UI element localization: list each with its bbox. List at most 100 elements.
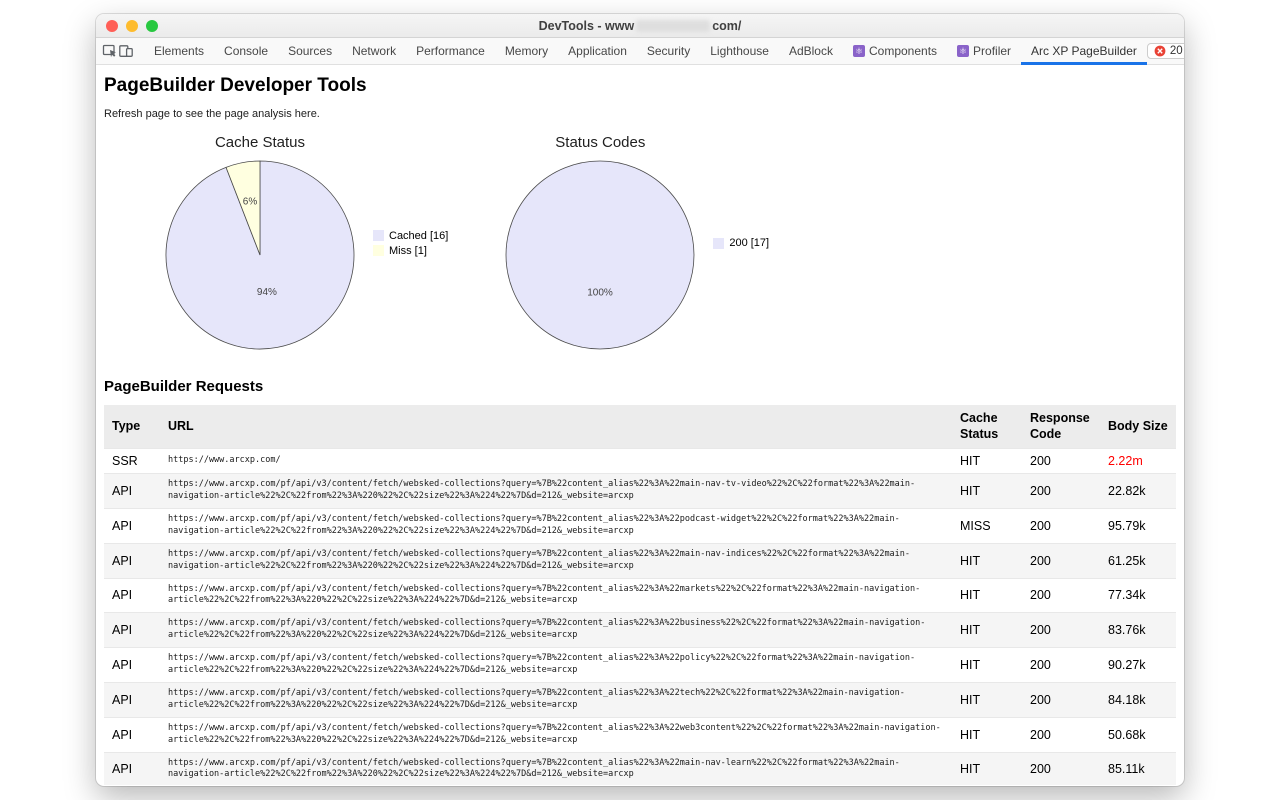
request-cell-cache: HIT bbox=[952, 578, 1022, 613]
request-cell-code: 200 bbox=[1022, 543, 1100, 578]
charts-row: Cache Status 94%6% Cached [16]Miss [1] S… bbox=[160, 134, 1176, 352]
tab-label: Security bbox=[647, 44, 690, 58]
devtools-window: DevTools - www com/ Elements Console Source… bbox=[96, 14, 1184, 786]
request-cell-type: API bbox=[104, 752, 160, 785]
tab-elements[interactable]: Elements bbox=[144, 38, 214, 65]
request-cell-code: 200 bbox=[1022, 509, 1100, 544]
request-cell-code: 200 bbox=[1022, 717, 1100, 752]
request-cell-type: API bbox=[104, 543, 160, 578]
chart-legend: 200 [17] bbox=[713, 237, 769, 249]
request-cell-code: 200 bbox=[1022, 613, 1100, 648]
request-cell-size: 95.79k bbox=[1100, 509, 1176, 544]
column-header-cache-status: Cache Status bbox=[952, 405, 1022, 449]
request-cell-type: API bbox=[104, 648, 160, 683]
request-cell-cache: HIT bbox=[952, 613, 1022, 648]
window-title-suffix: com/ bbox=[712, 19, 741, 33]
legend-swatch bbox=[373, 230, 384, 241]
column-header-response-code: Response Code bbox=[1022, 405, 1100, 449]
status-codes-chart: Status Codes 100% 200 [17] bbox=[500, 134, 769, 352]
request-row: APIhttps://www.arcxp.com/pf/api/v3/conte… bbox=[104, 717, 1176, 752]
tab-application[interactable]: Application bbox=[558, 38, 637, 65]
legend-item: 200 [17] bbox=[713, 237, 769, 249]
request-cell-size: 22.82k bbox=[1100, 474, 1176, 509]
request-cell-size: 83.76k bbox=[1100, 613, 1176, 648]
tab-adblock[interactable]: AdBlock bbox=[779, 38, 843, 65]
tab-profiler[interactable]: ⚛Profiler bbox=[947, 38, 1021, 65]
tab-security[interactable]: Security bbox=[637, 38, 700, 65]
tab-memory[interactable]: Memory bbox=[495, 38, 558, 65]
request-cell-cache: HIT bbox=[952, 752, 1022, 785]
request-row: SSRhttps://www.arcxp.com/HIT2002.22m bbox=[104, 449, 1176, 474]
tab-console[interactable]: Console bbox=[214, 38, 278, 65]
request-cell-cache: HIT bbox=[952, 543, 1022, 578]
legend-label: Miss [1] bbox=[389, 245, 427, 257]
redacted-domain bbox=[636, 20, 710, 32]
request-row: APIhttps://www.arcxp.com/pf/api/v3/conte… bbox=[104, 543, 1176, 578]
request-cell-url: https://www.arcxp.com/pf/api/v3/content/… bbox=[160, 474, 952, 509]
request-cell-url: https://www.arcxp.com/pf/api/v3/content/… bbox=[160, 648, 952, 683]
request-cell-code: 200 bbox=[1022, 449, 1100, 474]
tab-lighthouse[interactable]: Lighthouse bbox=[700, 38, 779, 65]
request-cell-code: 200 bbox=[1022, 648, 1100, 683]
errors-warnings-badge[interactable]: 20 30 bbox=[1147, 43, 1184, 59]
tab-label: Network bbox=[352, 44, 396, 58]
request-cell-cache: HIT bbox=[952, 648, 1022, 683]
request-cell-url: https://www.arcxp.com/pf/api/v3/content/… bbox=[160, 682, 952, 717]
request-cell-size: 2.22m bbox=[1100, 449, 1176, 474]
column-header-body-size: Body Size bbox=[1100, 405, 1176, 449]
tab-label: Performance bbox=[416, 44, 485, 58]
tab-network[interactable]: Network bbox=[342, 38, 406, 65]
requests-heading: PageBuilder Requests bbox=[104, 378, 1176, 395]
request-cell-cache: HIT bbox=[952, 717, 1022, 752]
tab-label: Memory bbox=[505, 44, 548, 58]
request-cell-cache: HIT bbox=[952, 682, 1022, 717]
request-cell-code: 200 bbox=[1022, 474, 1100, 509]
tab-label: AdBlock bbox=[789, 44, 833, 58]
request-cell-size: 84.18k bbox=[1100, 682, 1176, 717]
request-cell-url: https://www.arcxp.com/pf/api/v3/content/… bbox=[160, 613, 952, 648]
request-cell-type: API bbox=[104, 474, 160, 509]
request-cell-cache: MISS bbox=[952, 509, 1022, 544]
request-cell-size: 61.25k bbox=[1100, 543, 1176, 578]
close-window-button[interactable] bbox=[106, 20, 118, 32]
traffic-lights bbox=[96, 20, 158, 32]
request-cell-code: 200 bbox=[1022, 578, 1100, 613]
chart-legend: Cached [16]Miss [1] bbox=[373, 230, 448, 257]
legend-label: 200 [17] bbox=[729, 237, 769, 249]
request-cell-type: API bbox=[104, 717, 160, 752]
tab-sources[interactable]: Sources bbox=[278, 38, 342, 65]
minimize-window-button[interactable] bbox=[126, 20, 138, 32]
devtools-toolbar: Elements Console Sources Network Performance… bbox=[96, 38, 1184, 65]
legend-swatch bbox=[713, 238, 724, 249]
zoom-window-button[interactable] bbox=[146, 20, 158, 32]
request-cell-type: API bbox=[104, 578, 160, 613]
request-row: APIhttps://www.arcxp.com/pf/api/v3/conte… bbox=[104, 648, 1176, 683]
pie-percent-label: 94% bbox=[257, 287, 277, 298]
tab-label: Elements bbox=[154, 44, 204, 58]
tab-label: Lighthouse bbox=[710, 44, 769, 58]
error-icon bbox=[1154, 45, 1166, 57]
device-toolbar-icon[interactable] bbox=[118, 40, 134, 62]
tab-label: Components bbox=[869, 44, 937, 58]
tab-components[interactable]: ⚛ Components bbox=[843, 38, 947, 65]
request-row: APIhttps://www.arcxp.com/pf/api/v3/conte… bbox=[104, 613, 1176, 648]
tab-label: Sources bbox=[288, 44, 332, 58]
tab-arc-xp-pagebuilder[interactable]: Arc XP PageBuilder bbox=[1021, 38, 1147, 65]
request-cell-size: 77.34k bbox=[1100, 578, 1176, 613]
status-codes-pie: 100% bbox=[500, 152, 700, 352]
window-title-prefix: DevTools - www bbox=[539, 19, 635, 33]
pie-slice bbox=[506, 161, 694, 349]
request-cell-size: 90.27k bbox=[1100, 648, 1176, 683]
request-row: APIhttps://www.arcxp.com/pf/api/v3/conte… bbox=[104, 682, 1176, 717]
column-header-type: Type bbox=[104, 405, 160, 449]
react-devtools-icon: ⚛ bbox=[853, 45, 865, 57]
tab-label: Application bbox=[568, 44, 627, 58]
pagebuilder-panel: PageBuilder Developer Tools Refresh page… bbox=[96, 65, 1184, 785]
tab-performance[interactable]: Performance bbox=[406, 38, 495, 65]
legend-swatch bbox=[373, 245, 384, 256]
tab-label: Profiler bbox=[973, 44, 1011, 58]
request-cell-url: https://www.arcxp.com/pf/api/v3/content/… bbox=[160, 509, 952, 544]
legend-item: Miss [1] bbox=[373, 245, 448, 257]
inspect-element-icon[interactable] bbox=[102, 40, 118, 62]
request-cell-url: https://www.arcxp.com/pf/api/v3/content/… bbox=[160, 717, 952, 752]
